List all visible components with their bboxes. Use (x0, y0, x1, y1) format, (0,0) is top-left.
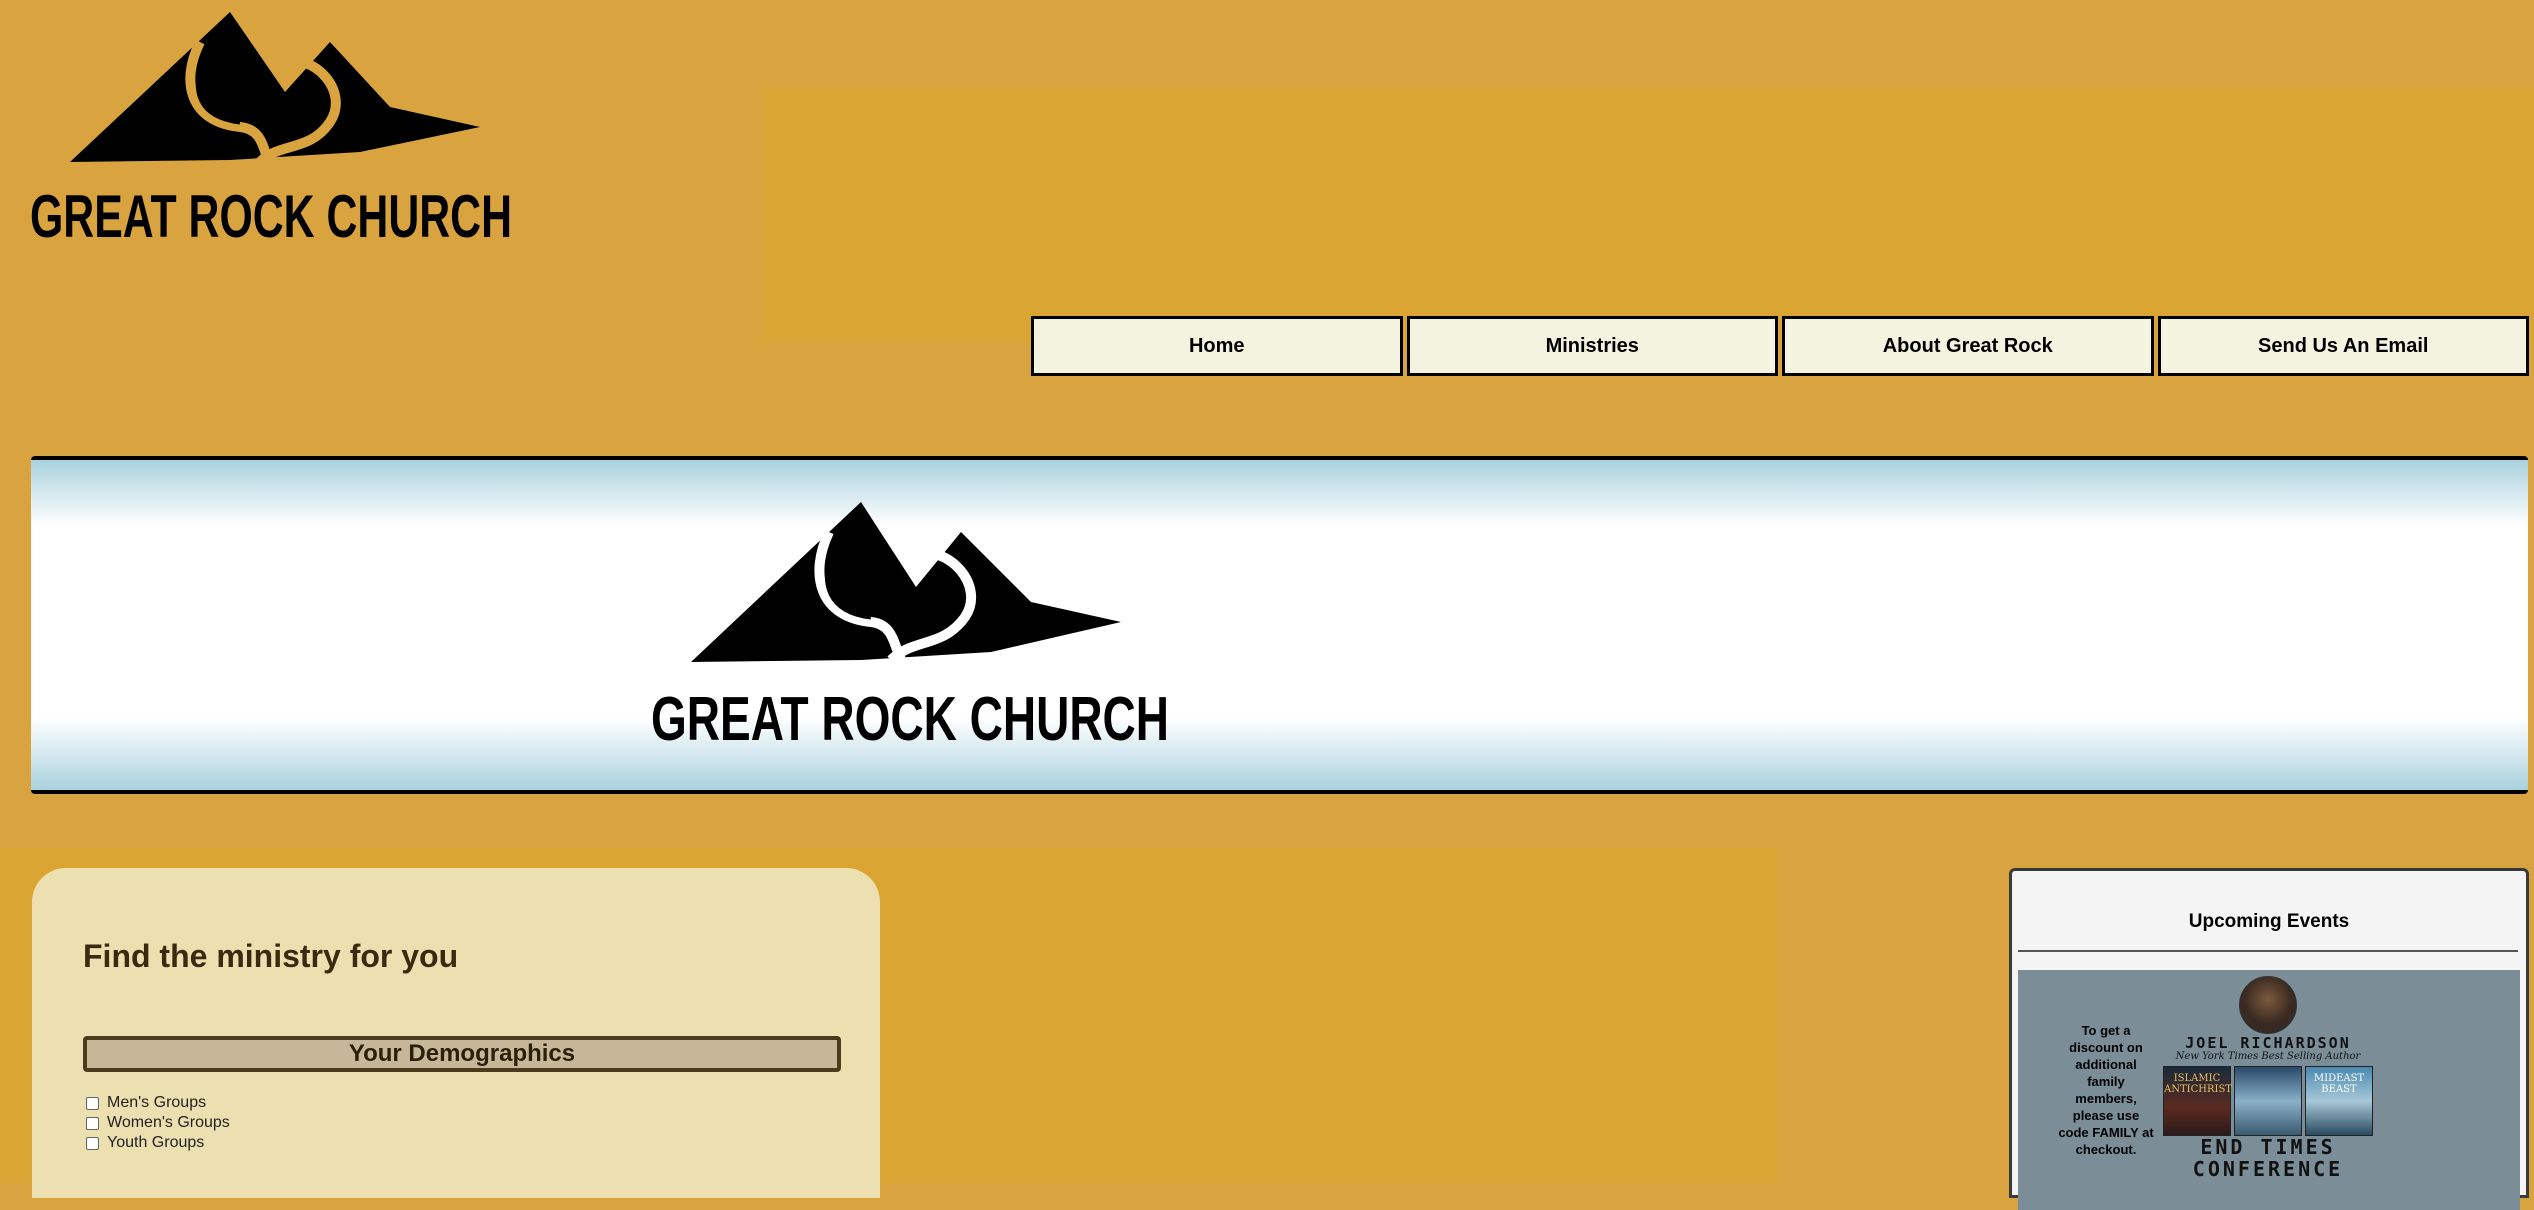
checkbox-box[interactable] (86, 1116, 99, 1130)
checkbox-mens-groups[interactable]: Men's Groups (86, 1093, 230, 1113)
nav-item-about[interactable]: About Great Rock (1782, 316, 2154, 376)
checkbox-box[interactable] (86, 1096, 99, 1110)
nav-item-email[interactable]: Send Us An Email (2157, 316, 2529, 376)
ministry-finder-title: Find the ministry for you (83, 938, 459, 974)
promo-discount-text: To get a discount on additional family m… (2058, 1023, 2154, 1157)
book-cover: ISLAMIC ANTICHRIST (2163, 1066, 2232, 1136)
book-cover: MIDEAST BEAST (2305, 1066, 2373, 1136)
promo-author-tagline: New York Times Best Selling Author (2175, 1051, 2361, 1062)
site-logo[interactable]: GREAT ROCK CHURCH (30, 12, 520, 250)
checkbox-youth-groups[interactable]: Youth Groups (86, 1133, 230, 1153)
header-background-band (762, 88, 2534, 342)
ministry-finder-panel: Find the ministry for you Your Demograph… (32, 868, 880, 1198)
checkbox-womens-groups[interactable]: Women's Groups (86, 1113, 230, 1133)
site-logo-text: GREAT ROCK CHURCH (30, 183, 512, 250)
promo-event-name: END TIMES CONFERENCE (2192, 1135, 2344, 1181)
checkbox-label: Youth Groups (107, 1134, 205, 1151)
book-title: ISLAMIC ANTICHRIST (2164, 1073, 2232, 1095)
demographics-header: Your Demographics (83, 1036, 841, 1072)
checkbox-label: Men's Groups (107, 1094, 207, 1111)
banner-logo-text: GREAT ROCK CHURCH (651, 685, 1169, 752)
checkbox-label: Women's Groups (107, 1114, 230, 1131)
book-title: MIDEAST BEAST (2313, 1073, 2365, 1095)
author-avatar (2239, 976, 2297, 1034)
upcoming-events-panel: Upcoming Events To get a discount on add… (2009, 868, 2529, 1210)
promo-author-name: JOEL RICHARDSON (2185, 1034, 2351, 1052)
nav-item-ministries[interactable]: Ministries (1406, 316, 1778, 376)
event-promo-image[interactable]: To get a discount on additional family m… (2018, 970, 2520, 1210)
upcoming-events-title: Upcoming Events (2188, 911, 2350, 932)
book-cover (2234, 1066, 2302, 1136)
checkbox-box[interactable] (86, 1136, 99, 1150)
demographics-checkbox-list: Men's Groups Women's Groups Youth Groups (86, 1093, 230, 1153)
nav-item-home[interactable]: Home (1031, 316, 1403, 376)
divider (2018, 950, 2518, 952)
hero-banner: GREAT ROCK CHURCH (31, 456, 2528, 794)
main-nav: Home Ministries About Great Rock Send Us… (1031, 316, 2529, 380)
banner-logo: GREAT ROCK CHURCH (651, 502, 1171, 754)
